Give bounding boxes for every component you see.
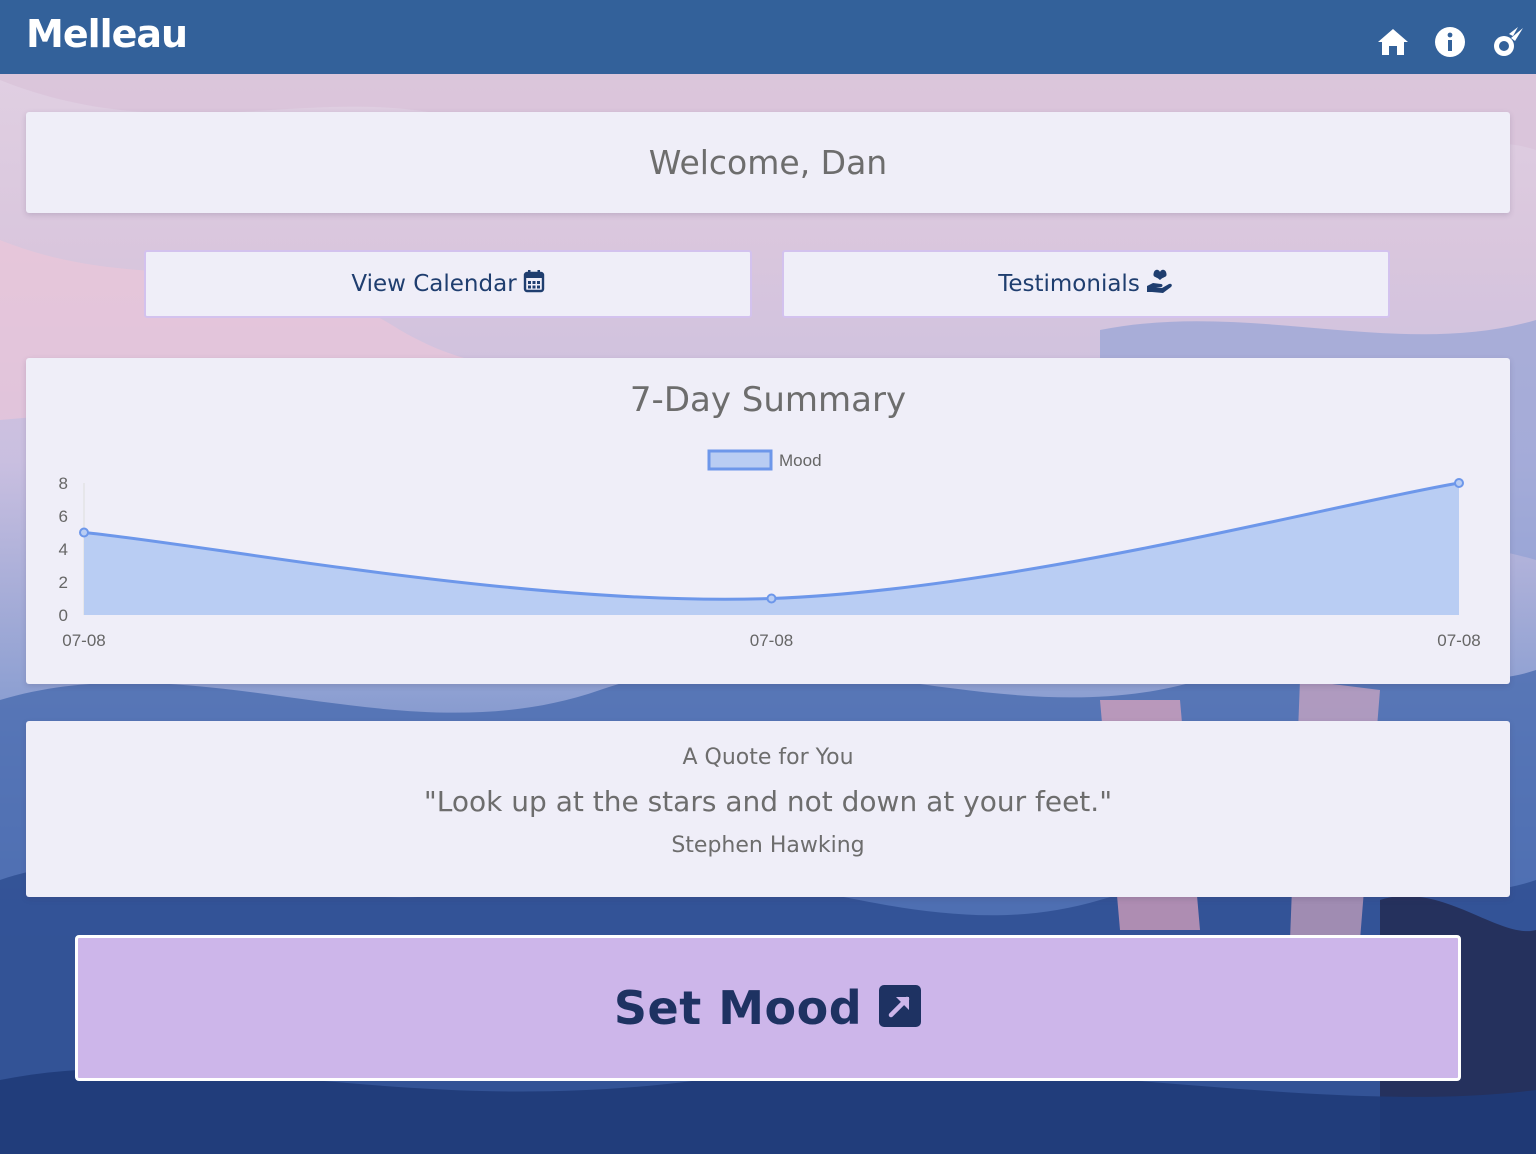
quote-heading: A Quote for You: [682, 745, 854, 770]
y-tick-label: 8: [59, 474, 68, 493]
testimonials-label: Testimonials: [998, 271, 1140, 297]
legend-label: Mood: [779, 451, 822, 470]
y-tick-label: 0: [59, 606, 68, 625]
y-tick-label: 6: [59, 507, 68, 526]
quote-card: A Quote for You "Look up at the stars an…: [26, 721, 1510, 897]
nav-icons: [1376, 26, 1524, 58]
mood-point: [1454, 478, 1464, 488]
y-tick-label: 4: [59, 540, 68, 559]
top-navbar: Melleau: [0, 0, 1536, 74]
testimonials-button[interactable]: Testimonials: [782, 250, 1390, 318]
x-tick-label: 07-08: [750, 631, 793, 650]
quote-author: Stephen Hawking: [671, 833, 865, 858]
welcome-heading: Welcome, Dan: [648, 143, 888, 182]
hand-heart-icon: [1146, 268, 1174, 300]
home-icon[interactable]: [1376, 26, 1408, 58]
view-calendar-label: View Calendar: [351, 271, 517, 297]
x-tick-label: 07-08: [62, 631, 105, 650]
mood-chart: Mood 0 2 4 6 8 07-08 07-08 07-08: [59, 449, 1481, 650]
info-icon[interactable]: [1434, 26, 1466, 58]
set-mood-button[interactable]: Set Mood: [75, 935, 1461, 1081]
comet-icon[interactable]: [1492, 26, 1524, 58]
y-tick-label: 2: [59, 573, 68, 592]
calendar-icon: [523, 269, 545, 299]
mood-point: [79, 527, 89, 538]
mood-point: [766, 593, 777, 604]
legend-swatch: [707, 449, 773, 471]
quote-text: "Look up at the stars and not down at yo…: [423, 785, 1113, 818]
welcome-card: Welcome, Dan: [26, 112, 1510, 213]
view-calendar-button[interactable]: View Calendar: [144, 250, 752, 318]
x-tick-label: 07-08: [1437, 631, 1480, 650]
set-mood-label: Set Mood: [613, 981, 863, 1035]
summary-card: 7-Day Summary Mood 0 2 4 6 8 07-08 07-08 07-08: [26, 358, 1510, 684]
app-logo[interactable]: Melleau: [26, 12, 188, 56]
external-link-icon: [878, 984, 922, 1032]
